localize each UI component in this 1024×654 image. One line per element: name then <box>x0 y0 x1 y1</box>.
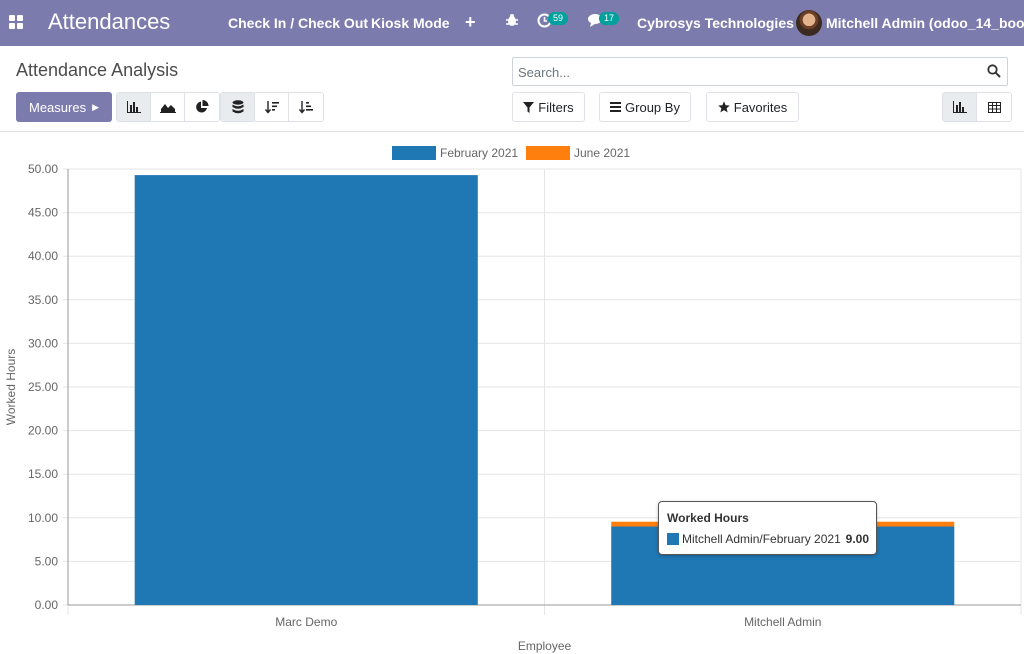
sort-amount-asc-icon <box>299 101 313 114</box>
y-tick-label: 45.00 <box>28 206 58 220</box>
y-tick-label: 0.00 <box>35 598 59 612</box>
pivot-view-button[interactable] <box>977 93 1011 121</box>
search-input[interactable] <box>518 62 978 82</box>
tooltip-color-swatch <box>667 533 679 545</box>
favorites-label: Favorites <box>733 99 788 115</box>
caret-right-icon: ▶ <box>92 101 99 112</box>
measures-button[interactable]: Measures ▶ <box>16 92 112 122</box>
sort-amount-desc-icon <box>264 101 279 114</box>
star-icon <box>717 101 730 113</box>
y-tick-label: 40.00 <box>28 249 58 263</box>
y-tick-label: 35.00 <box>28 293 58 307</box>
y-tick-label: 30.00 <box>28 336 58 350</box>
line-chart-button[interactable] <box>151 93 185 121</box>
tooltip-label: Mitchell Admin/February 2021 <box>682 532 841 546</box>
stacked-button[interactable] <box>221 93 255 121</box>
legend-swatch-1 <box>526 146 570 160</box>
measures-label: Measures <box>29 99 87 115</box>
legend-label-0: February 2021 <box>440 146 518 160</box>
search-icon[interactable] <box>987 64 1001 78</box>
filter-icon <box>523 101 535 113</box>
app-title[interactable]: Attendances <box>48 9 170 35</box>
menu-check-in-check-out[interactable]: Check In / Check Out <box>228 15 368 31</box>
chart-type-switcher <box>116 92 220 122</box>
sort-descending-button[interactable] <box>255 93 289 121</box>
y-tick-label: 5.00 <box>35 554 59 568</box>
sort-ascending-button[interactable] <box>289 93 323 121</box>
filters-button[interactable]: Filters <box>512 92 585 122</box>
filters-label: Filters <box>538 99 574 115</box>
x-tick-label: Marc Demo <box>275 615 337 629</box>
bug-icon[interactable] <box>505 13 519 31</box>
top-navbar: Attendances Check In / Check Out Kiosk M… <box>0 0 1024 46</box>
apps-menu-icon[interactable] <box>9 15 23 29</box>
chart-tooltip: Worked Hours Mitchell Admin/February 202… <box>658 501 877 555</box>
pie-chart-icon <box>196 100 209 113</box>
x-axis-title: Employee <box>518 639 572 653</box>
company-switcher[interactable]: Cybrosys Technologies <box>637 15 794 31</box>
y-tick-label: 15.00 <box>28 467 58 481</box>
legend-label-1: June 2021 <box>574 146 630 160</box>
control-panel-divider <box>0 131 1024 132</box>
bar-0-series-0 <box>134 175 478 605</box>
view-switcher <box>942 92 1012 122</box>
y-tick-label: 50.00 <box>28 162 58 176</box>
y-axis-title: Worked Hours <box>4 349 18 425</box>
bar-chart-button[interactable] <box>117 93 151 121</box>
user-menu[interactable]: Mitchell Admin (odoo_14_book) <box>826 15 1024 31</box>
group-by-label: Group By <box>625 99 680 115</box>
x-tick-label: Mitchell Admin <box>744 615 821 629</box>
menu-kiosk-mode[interactable]: Kiosk Mode <box>371 15 450 31</box>
tooltip-value: 9.00 <box>845 532 869 546</box>
group-by-button[interactable]: Group By <box>599 92 691 122</box>
graph-view-button[interactable] <box>943 93 977 121</box>
bars-icon <box>610 102 622 112</box>
pie-chart-button[interactable] <box>185 93 219 121</box>
tooltip-title: Worked Hours <box>667 511 749 525</box>
bar-chart-icon <box>126 101 141 113</box>
plus-icon[interactable]: + <box>465 12 476 33</box>
database-stack-icon <box>232 100 244 114</box>
table-icon <box>987 101 1001 113</box>
page-title: Attendance Analysis <box>16 60 179 80</box>
y-tick-label: 20.00 <box>28 424 58 438</box>
y-tick-label: 10.00 <box>28 511 58 525</box>
messages-count-badge: 17 <box>599 12 620 25</box>
user-avatar[interactable] <box>796 10 822 36</box>
attendance-bar-chart: 0.00 5.00 10.00 15.00 20.00 25.00 30.00 35.00 40… <box>4 146 1022 653</box>
favorites-button[interactable]: Favorites <box>706 92 799 122</box>
stacked-toggle <box>220 92 256 122</box>
search-bar <box>512 57 1008 86</box>
sort-buttons <box>254 92 324 122</box>
legend-swatch-0 <box>392 146 436 160</box>
activity-count-badge: 59 <box>548 12 569 25</box>
y-tick-label: 25.00 <box>28 380 58 394</box>
area-chart-icon <box>159 104 176 113</box>
bar-chart-view-icon <box>952 101 967 113</box>
